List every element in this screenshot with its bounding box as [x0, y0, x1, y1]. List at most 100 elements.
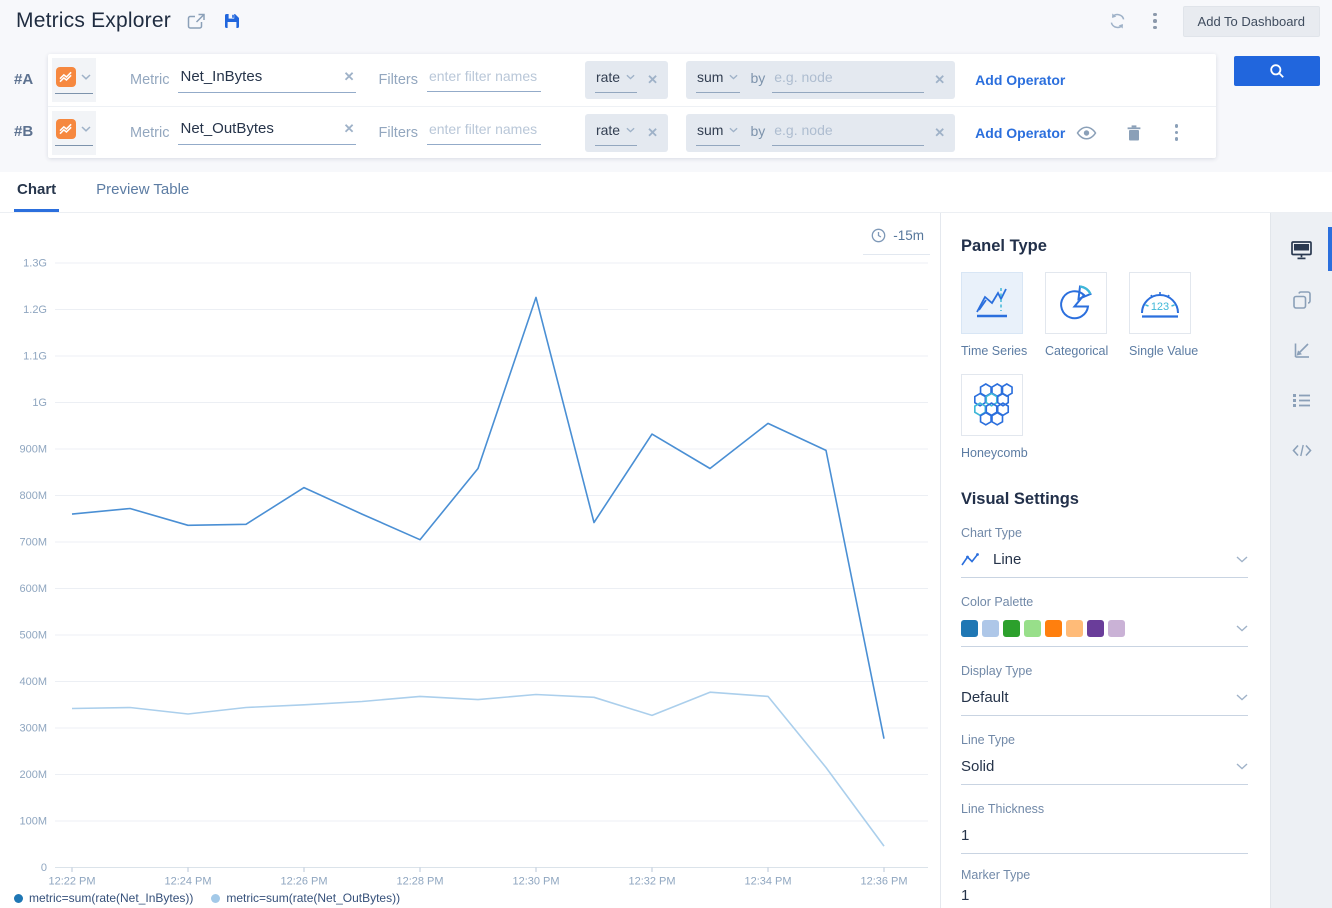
svg-text:12:24 PM: 12:24 PM	[164, 876, 211, 888]
chevron-down-icon	[626, 127, 635, 133]
add-operator-link-b[interactable]: Add Operator	[975, 125, 1065, 141]
chevron-down-icon	[729, 74, 738, 80]
line-type-label: Line Type	[961, 733, 1248, 747]
gauge-icon-text: 123	[1151, 301, 1169, 313]
color-palette-swatches	[961, 620, 1125, 637]
share-button[interactable]	[187, 13, 206, 30]
metric-label: Metric	[130, 125, 169, 141]
remove-operator-icon[interactable]: ✕	[647, 126, 658, 139]
legend-dot	[14, 894, 23, 903]
metric-input-b[interactable]: Net_OutBytes ✕	[178, 120, 356, 145]
svg-text:400M: 400M	[19, 676, 47, 688]
svg-text:12:28 PM: 12:28 PM	[396, 876, 443, 888]
clear-metric-icon[interactable]: ✕	[344, 70, 355, 83]
panel-type-label: Time Series	[961, 344, 1045, 358]
time-range-control[interactable]: -15m	[863, 225, 930, 255]
refresh-button[interactable]	[1108, 12, 1127, 30]
group-by-input-a[interactable]: e.g. node	[772, 69, 924, 93]
display-type-select[interactable]: Default	[961, 689, 1248, 716]
filters-label: Filters	[378, 72, 417, 88]
svg-text:600M: 600M	[19, 583, 47, 595]
metric-type-select-b[interactable]	[52, 111, 96, 155]
chevron-down-icon	[1236, 694, 1248, 701]
add-to-dashboard-button[interactable]: Add To Dashboard	[1183, 6, 1320, 37]
svg-text:12:36 PM: 12:36 PM	[860, 876, 907, 888]
rail-query-code-button[interactable]	[1271, 425, 1332, 475]
share-icon	[187, 13, 206, 30]
legend-item-net-outbytes[interactable]: metric=sum(rate(Net_OutBytes))	[211, 891, 400, 905]
query-more-options-button[interactable]	[1171, 122, 1183, 143]
more-options-button[interactable]	[1149, 11, 1161, 32]
metric-input-a[interactable]: Net_InBytes ✕	[178, 68, 356, 93]
metric-type-select-a[interactable]	[52, 58, 96, 102]
axes-icon	[1293, 341, 1311, 359]
marker-type-input[interactable]: 1	[961, 887, 1248, 908]
line-thickness-label: Line Thickness	[961, 802, 1248, 816]
panel-type-time-series-tile[interactable]	[961, 272, 1023, 334]
aggregation-select-b[interactable]: sum	[696, 122, 740, 146]
tab-chart[interactable]: Chart	[14, 181, 59, 212]
remove-aggregation-icon[interactable]: ✕	[934, 73, 945, 86]
color-palette-select[interactable]	[961, 620, 1248, 647]
panel-type-honeycomb-tile[interactable]	[961, 374, 1023, 436]
panel-type-single-value-tile[interactable]: 123	[1129, 272, 1191, 334]
svg-text:800M: 800M	[19, 490, 47, 502]
marker-type-label: Marker Type	[961, 868, 1248, 882]
palette-swatch	[982, 620, 999, 637]
svg-text:12:32 PM: 12:32 PM	[628, 876, 675, 888]
chart-toolbar: -15m	[0, 213, 940, 255]
svg-text:1.2G: 1.2G	[23, 304, 47, 316]
by-label: by	[750, 70, 765, 86]
add-operator-link-a[interactable]: Add Operator	[975, 72, 1065, 88]
remove-aggregation-icon[interactable]: ✕	[934, 126, 945, 139]
panel-type-honeycomb: Honeycomb	[961, 374, 1045, 460]
query-row-b: Metric Net_OutBytes ✕ Filters enter filt…	[48, 106, 1216, 158]
panel-type-label: Single Value	[1129, 344, 1213, 358]
query-card: Metric Net_InBytes ✕ Filters enter filte…	[48, 54, 1216, 158]
tab-preview-table[interactable]: Preview Table	[93, 181, 192, 212]
line-thickness-input[interactable]: 1	[961, 827, 1248, 854]
legend-label: metric=sum(rate(Net_InBytes))	[29, 891, 193, 905]
operator-select-b[interactable]: rate	[595, 122, 637, 146]
palette-swatch	[1108, 620, 1125, 637]
main-content: -15m 1.3G1.2G1.1G1G900M800M700M600M500M4…	[0, 212, 1332, 908]
aggregation-select-a[interactable]: sum	[696, 69, 740, 93]
rail-legend-button[interactable]	[1271, 375, 1332, 425]
display-type-label: Display Type	[961, 664, 1248, 678]
query-row-actions	[1076, 122, 1183, 143]
save-button[interactable]	[224, 13, 240, 29]
svg-text:12:26 PM: 12:26 PM	[280, 876, 327, 888]
display-type-field: Display Type Default	[961, 664, 1248, 716]
rail-axes-button[interactable]	[1271, 325, 1332, 375]
filters-input-a[interactable]: enter filter names	[427, 68, 541, 92]
panel-settings: Panel Type Time Series	[940, 213, 1270, 908]
svg-text:1.3G: 1.3G	[23, 258, 47, 270]
svg-text:1G: 1G	[32, 397, 47, 409]
rail-compare-button[interactable]	[1271, 275, 1332, 325]
query-builder: #A #B	[0, 40, 1332, 172]
metric-value: Net_InBytes	[180, 68, 262, 85]
group-by-input-b[interactable]: e.g. node	[772, 122, 924, 146]
hide-query-button[interactable]	[1076, 126, 1097, 140]
clear-metric-icon[interactable]: ✕	[344, 122, 355, 135]
line-type-select[interactable]: Solid	[961, 758, 1248, 785]
pie-chart-icon	[1055, 283, 1097, 323]
page-title: Metrics Explorer	[16, 9, 171, 33]
query-id-b: #B	[14, 106, 48, 158]
filters-input-b[interactable]: enter filter names	[427, 121, 541, 145]
rail-display-button[interactable]	[1271, 225, 1332, 275]
panel-type-categorical-tile[interactable]	[1045, 272, 1107, 334]
filters-group-b: Filters enter filter names	[378, 121, 540, 145]
aggregation-chip-a: sum by e.g. node ✕	[686, 61, 955, 99]
run-query-button[interactable]	[1234, 56, 1320, 86]
remove-operator-icon[interactable]: ✕	[647, 73, 658, 86]
delete-query-button[interactable]	[1127, 125, 1141, 141]
operator-select-a[interactable]: rate	[595, 69, 637, 93]
chart-type-select[interactable]: Line	[961, 551, 1248, 578]
legend-item-net-inbytes[interactable]: metric=sum(rate(Net_InBytes))	[14, 891, 193, 905]
svg-text:12:30 PM: 12:30 PM	[512, 876, 559, 888]
display-type-value: Default	[961, 689, 1009, 706]
search-icon	[1269, 63, 1285, 79]
time-range-label: -15m	[893, 228, 924, 243]
timeseries-chart[interactable]: 1.3G1.2G1.1G1G900M800M700M600M500M400M30…	[0, 255, 938, 887]
